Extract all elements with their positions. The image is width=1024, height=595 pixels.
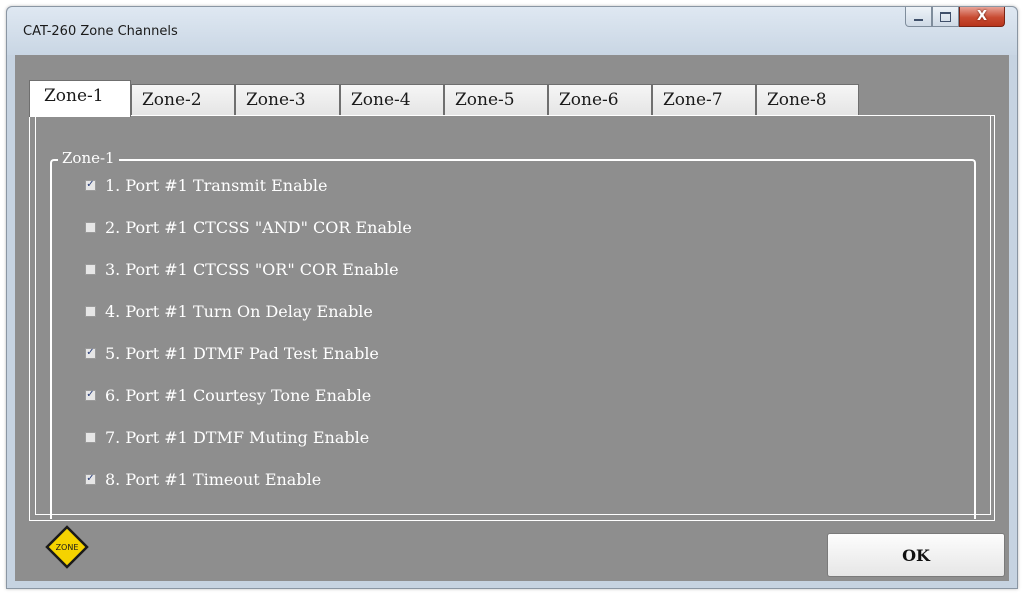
checkbox-7[interactable] <box>85 431 96 443</box>
checkbox-row-3[interactable]: 3. Port #1 CTCSS "OR" COR Enable <box>85 257 399 281</box>
checkbox-row-5[interactable]: ✓ 5. Port #1 DTMF Pad Test Enable <box>85 341 379 365</box>
checkbox-row-6[interactable]: ✓ 6. Port #1 Courtesy Tone Enable <box>85 383 371 407</box>
checkbox-4[interactable] <box>85 305 96 317</box>
checkbox-8[interactable]: ✓ <box>85 473 96 485</box>
tab-zone-4[interactable]: Zone-4 <box>340 84 444 116</box>
ok-button-label: OK <box>902 545 930 565</box>
checkbox-label-5: 5. Port #1 DTMF Pad Test Enable <box>105 343 379 363</box>
dialog-window: CAT-260 Zone Channels X Zone-1 Zone-2 Zo… <box>6 6 1018 589</box>
checkbox-label-4: 4. Port #1 Turn On Delay Enable <box>105 301 373 321</box>
checkbox-label-7: 7. Port #1 DTMF Muting Enable <box>105 427 370 447</box>
client-area: Zone-1 Zone-2 Zone-3 Zone-4 Zone-5 Zone-… <box>15 55 1009 581</box>
minimize-button[interactable] <box>905 7 932 27</box>
checkbox-6[interactable]: ✓ <box>85 389 96 401</box>
tab-panel: Zone-1 ✓ 1. Port #1 Transmit Enable 2. P… <box>29 115 995 521</box>
tab-zone-5[interactable]: Zone-5 <box>444 84 548 116</box>
checkbox-label-3: 3. Port #1 CTCSS "OR" COR Enable <box>105 259 399 279</box>
close-icon: X <box>976 9 988 24</box>
window-controls: X <box>905 7 1005 31</box>
tab-zone-8[interactable]: Zone-8 <box>756 84 859 116</box>
tab-panel-inner: Zone-1 ✓ 1. Port #1 Transmit Enable 2. P… <box>35 116 991 519</box>
tab-zone-3[interactable]: Zone-3 <box>235 84 340 116</box>
minimize-icon <box>914 19 923 21</box>
checkbox-row-4[interactable]: 4. Port #1 Turn On Delay Enable <box>85 299 373 323</box>
maximize-icon <box>940 11 951 22</box>
checkbox-label-8: 8. Port #1 Timeout Enable <box>105 469 322 489</box>
tab-zone-1[interactable]: Zone-1 <box>29 80 131 117</box>
checkbox-label-2: 2. Port #1 CTCSS "AND" COR Enable <box>105 217 412 237</box>
close-button[interactable]: X <box>959 7 1005 27</box>
checkbox-2[interactable] <box>85 221 96 233</box>
checkbox-label-1: 1. Port #1 Transmit Enable <box>105 175 328 195</box>
ok-button[interactable]: OK <box>827 533 1005 577</box>
checkbox-5[interactable]: ✓ <box>85 347 96 359</box>
window-title: CAT-260 Zone Channels <box>23 24 178 39</box>
group-legend: Zone-1 <box>58 149 119 167</box>
tab-zone-2[interactable]: Zone-2 <box>131 84 235 116</box>
maximize-button[interactable] <box>932 7 959 27</box>
zone-group-box: Zone-1 ✓ 1. Port #1 Transmit Enable 2. P… <box>50 149 976 519</box>
zone-sign-icon: ZONE <box>45 525 89 569</box>
tab-zone-6[interactable]: Zone-6 <box>548 84 652 116</box>
checkbox-row-2[interactable]: 2. Port #1 CTCSS "AND" COR Enable <box>85 215 412 239</box>
checkbox-1[interactable]: ✓ <box>85 179 96 191</box>
checkbox-3[interactable] <box>85 263 96 275</box>
title-bar[interactable]: CAT-260 Zone Channels X <box>7 7 1017 55</box>
checkbox-row-7[interactable]: 7. Port #1 DTMF Muting Enable <box>85 425 369 449</box>
zone-sign-text: ZONE <box>56 543 79 552</box>
checkbox-row-8[interactable]: ✓ 8. Port #1 Timeout Enable <box>85 467 321 491</box>
checkbox-label-6: 6. Port #1 Courtesy Tone Enable <box>105 385 372 405</box>
checkbox-row-1[interactable]: ✓ 1. Port #1 Transmit Enable <box>85 173 327 197</box>
tab-zone-7[interactable]: Zone-7 <box>652 84 756 116</box>
